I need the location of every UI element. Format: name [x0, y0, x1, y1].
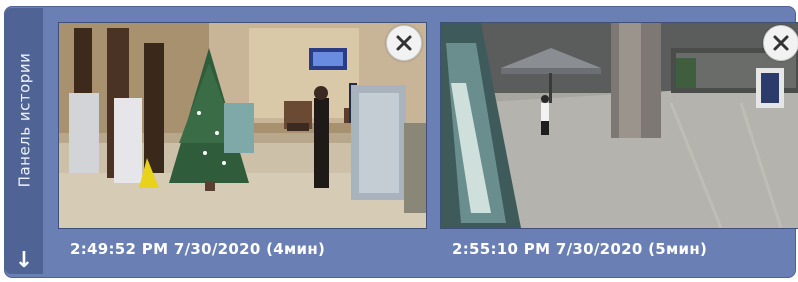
- history-panel-label: Панель истории: [10, 20, 38, 220]
- close-thumbnail-1-button[interactable]: [386, 25, 422, 61]
- event-thumbnail-1[interactable]: [58, 22, 427, 229]
- down-arrow-icon[interactable]: ↓: [12, 248, 36, 273]
- thumbnail-2-timestamp: 2:55:10 PM 7/30/2020 (5мин): [452, 240, 708, 258]
- thumbnail-1-timestamp: 2:49:52 PM 7/30/2020 (4мин): [70, 240, 326, 258]
- close-icon: [773, 35, 789, 51]
- event-thumbnail-2[interactable]: [440, 22, 798, 229]
- history-panel-title: Панель истории: [15, 52, 34, 188]
- close-icon: [396, 35, 412, 51]
- camera-frame-atrium: [441, 23, 798, 228]
- close-thumbnail-2-button[interactable]: [763, 25, 798, 61]
- camera-frame-lobby: [59, 23, 426, 228]
